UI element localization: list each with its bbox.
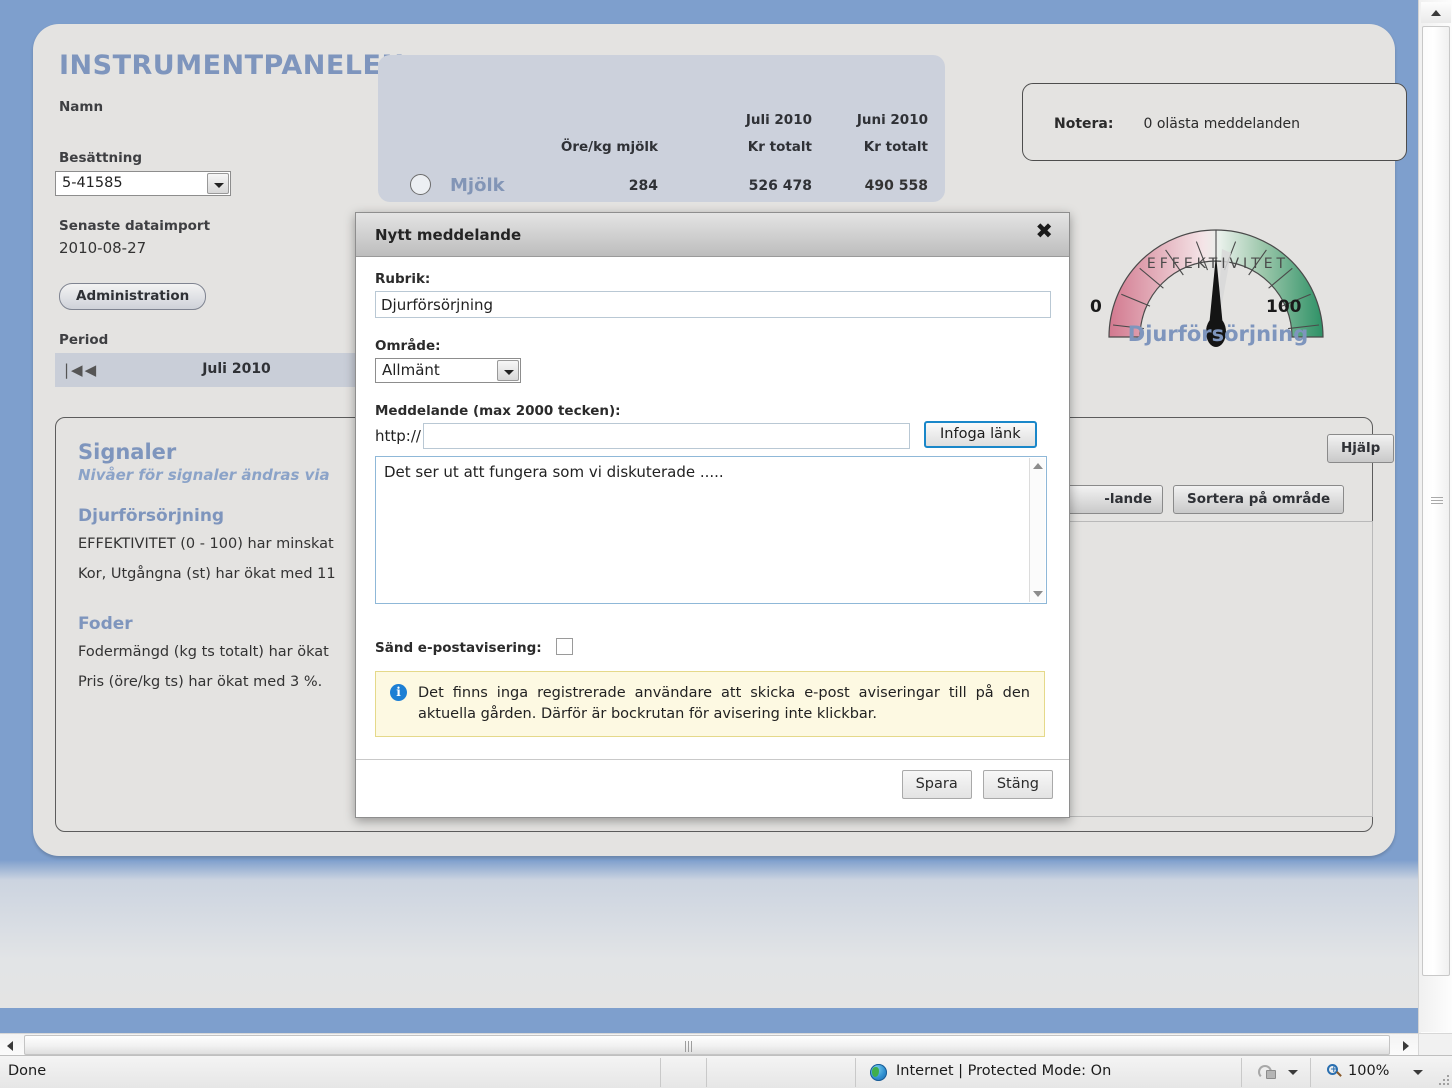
period-navigator: |◀◀ Juli 2010 [55, 353, 390, 387]
insert-link-button[interactable]: Infoga länk [924, 421, 1037, 448]
info-banner: i Det finns inga registrerade användare … [375, 671, 1045, 738]
metrics-row-radio[interactable] [410, 174, 431, 195]
metrics-panel: Juli 2010 Juni 2010 Öre/kg mjölk Kr tota… [378, 55, 945, 202]
internet-zone-icon [870, 1064, 887, 1081]
period-value: Juli 2010 [202, 361, 271, 377]
metrics-col-juni-sub: Kr totalt [863, 139, 928, 155]
zoom-dropdown-icon[interactable] [1413, 1070, 1423, 1075]
omrade-select-value: Allmänt [382, 361, 440, 379]
message-textarea[interactable]: Det ser ut att fungera som vi diskuterad… [376, 457, 1046, 603]
dialog-title: Nytt meddelande [375, 226, 522, 244]
help-button[interactable]: Hjälp [1327, 434, 1395, 463]
browser-viewport: INSTRUMENTPANELEN Namn Besättning 5-4158… [0, 0, 1418, 1008]
dialog-footer: Spara Stäng [356, 759, 1069, 817]
omrade-label: Område: [375, 338, 441, 354]
metrics-col-juni-header: Juni 2010 [856, 112, 928, 128]
vertical-scrollbar[interactable] [1418, 0, 1452, 1055]
close-button[interactable]: Stäng [982, 770, 1053, 799]
dialog-body: Rubrik: Område: Allmänt Meddelande (max … [356, 257, 1069, 738]
save-button[interactable]: Spara [901, 770, 972, 799]
scroll-right-button[interactable] [1398, 1035, 1416, 1055]
vertical-scroll-thumb[interactable] [1422, 26, 1450, 976]
email-notify-row: Sänd e-postavisering: [375, 637, 1051, 659]
herd-select[interactable]: 5-41585 [55, 171, 231, 196]
notice-box: Notera: 0 olästa meddelanden [1022, 83, 1407, 161]
rubrik-label: Rubrik: [375, 271, 431, 287]
metrics-row-juni: 490 558 [864, 178, 928, 194]
meddelande-label: Meddelande (max 2000 tecken): [375, 403, 621, 419]
status-text: Done [8, 1063, 47, 1079]
scrollbar-corner [1418, 1033, 1452, 1055]
message-textarea-wrapper: Det ser ut att fungera som vi diskuterad… [375, 456, 1047, 604]
metrics-row-juli: 526 478 [748, 178, 812, 194]
link-insert-row: http:// Infoga länk [375, 421, 1051, 453]
status-divider [1241, 1058, 1242, 1087]
sidebar: INSTRUMENTPANELEN Namn Besättning 5-4158… [55, 50, 405, 387]
status-divider [660, 1058, 661, 1087]
period-label: Period [59, 332, 109, 348]
zoom-icon[interactable]: + [1327, 1064, 1343, 1080]
gauge-min-label: 0 [1090, 297, 1102, 317]
zoom-level: 100% [1348, 1063, 1390, 1079]
status-divider [1310, 1058, 1311, 1087]
administration-button[interactable]: Administration [59, 283, 207, 310]
link-prefix-label: http:// [375, 427, 421, 445]
notice-label: Notera: [1054, 116, 1114, 132]
scroll-thumb-grip [685, 1041, 696, 1052]
email-notify-label: Sänd e-postavisering: [375, 640, 542, 656]
metrics-col-ore-header: Öre/kg mjölk [560, 139, 658, 155]
link-input[interactable] [423, 423, 910, 449]
new-message-dialog: Nytt meddelande ✖ Rubrik: Område: Allmän… [355, 212, 1070, 818]
metrics-row-name: Mjölk [450, 175, 505, 196]
metrics-row-ore: 284 [628, 178, 658, 194]
privacy-lock-icon[interactable] [1258, 1064, 1278, 1081]
page-title: INSTRUMENTPANELEN [59, 50, 405, 81]
omrade-select[interactable]: Allmänt [375, 358, 521, 383]
gauge-max-label: 100 [1266, 297, 1302, 317]
herd-select-value: 5-41585 [62, 175, 123, 191]
status-divider [855, 1058, 856, 1087]
name-label: Namn [59, 99, 104, 115]
gauge-caption: Djurförsörjning [1127, 322, 1309, 346]
browser-status-bar: Done Internet | Protected Mode: On + 100… [0, 1055, 1452, 1088]
metrics-col-juli-header: Juli 2010 [745, 112, 812, 128]
metrics-col-juli-sub: Kr totalt [747, 139, 812, 155]
close-icon[interactable]: ✖ [1035, 221, 1053, 242]
scroll-up-icon[interactable] [1033, 463, 1043, 469]
privacy-dropdown-icon[interactable] [1288, 1070, 1298, 1075]
scroll-left-button[interactable] [2, 1035, 20, 1055]
sort-by-area-button[interactable]: Sortera på område [1173, 485, 1345, 514]
info-banner-text: Det finns inga registrerade användare at… [418, 685, 1030, 723]
status-divider [706, 1058, 707, 1087]
notice-value: 0 olästa meddelanden [1143, 116, 1301, 132]
dialog-titlebar: Nytt meddelande ✖ [356, 213, 1069, 257]
resize-grip[interactable] [1437, 1073, 1449, 1085]
security-zone-text: Internet | Protected Mode: On [896, 1063, 1112, 1079]
scroll-thumb-grip [1431, 497, 1443, 506]
email-notify-checkbox [555, 638, 573, 655]
chevron-down-icon[interactable] [497, 360, 519, 381]
scroll-down-icon[interactable] [1033, 591, 1043, 597]
import-value: 2010-08-27 [59, 239, 147, 257]
import-label: Senaste dataimport [59, 218, 211, 234]
gauge-inner-label: EFFEKTIVITET [1146, 256, 1290, 272]
horizontal-scroll-thumb[interactable] [24, 1035, 1390, 1055]
chevron-down-icon[interactable] [207, 173, 229, 194]
textarea-scrollbar[interactable] [1029, 458, 1045, 602]
rubrik-input[interactable] [375, 291, 1051, 318]
info-icon: i [390, 684, 407, 701]
scroll-up-button[interactable] [1421, 2, 1451, 23]
herd-label: Besättning [59, 150, 143, 166]
horizontal-scrollbar[interactable] [0, 1033, 1418, 1055]
